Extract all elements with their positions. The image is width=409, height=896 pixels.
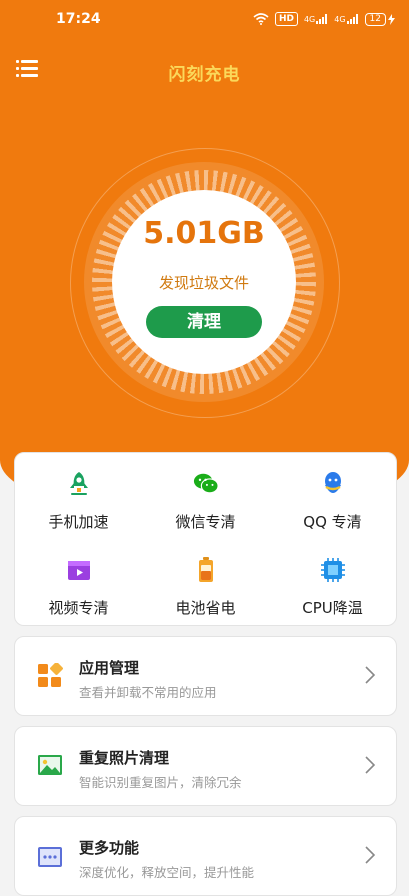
feature-label: 视频专清 (48, 599, 109, 617)
list-title: 应用管理 (79, 659, 140, 677)
wechat-icon (193, 471, 219, 497)
feature-label: 电池省电 (175, 599, 236, 617)
clean-button[interactable]: 清理 (146, 306, 262, 338)
chevron-right-icon (365, 846, 376, 864)
qq-icon (320, 471, 346, 497)
status-bar: 17:24 HD 4G 4G 12 (0, 0, 409, 40)
signal-2-icon: 4G (334, 14, 358, 24)
more-icon (37, 845, 63, 871)
battery-icon (193, 557, 219, 583)
wifi-icon (253, 13, 269, 25)
feature-label: 微信专清 (175, 513, 236, 531)
hd-badge: HD (274, 12, 298, 26)
list-subtitle: 深度优化，释放空间，提升性能 (79, 865, 255, 880)
video-icon (66, 557, 92, 583)
charging-icon (388, 13, 395, 25)
junk-size: 5.01GB (143, 216, 265, 251)
feature-label: QQ 专清 (303, 513, 362, 531)
list-item-more-features[interactable]: 更多功能 深度优化，释放空间，提升性能 (14, 816, 397, 896)
feature-phone-boost[interactable]: 手机加速 (15, 457, 142, 537)
feature-video-clean[interactable]: 视频专清 (15, 543, 142, 623)
feature-grid: 手机加速 微信专清 QQ 专清 视频专清 电池省电 CPU降温 (14, 452, 397, 626)
chevron-right-icon (365, 756, 376, 774)
feature-label: 手机加速 (48, 513, 109, 531)
list-item-app-manage[interactable]: 应用管理 查看并卸载不常用的应用 (14, 636, 397, 716)
list-title: 重复照片清理 (79, 749, 170, 767)
status-icons: HD 4G 4G 12 (253, 12, 395, 26)
status-time: 17:24 (56, 11, 101, 27)
feature-cpu-cool[interactable]: CPU降温 (269, 543, 396, 623)
app-grid-icon (37, 662, 63, 689)
list-subtitle: 智能识别重复图片，清除冗余 (79, 775, 242, 790)
feature-qq-clean[interactable]: QQ 专清 (269, 457, 396, 537)
list-item-duplicate-photos[interactable]: 重复照片清理 智能识别重复图片，清除冗余 (14, 726, 397, 806)
feature-wechat-clean[interactable]: 微信专清 (142, 457, 269, 537)
signal-1-icon: 4G (304, 14, 328, 24)
feature-label: CPU降温 (302, 599, 363, 617)
feature-battery-save[interactable]: 电池省电 (142, 543, 269, 623)
battery-level: 12 (364, 12, 386, 26)
scan-circle: 5.01GB 发现垃圾文件 清理 (112, 190, 296, 374)
battery-status: 12 (364, 12, 395, 26)
rocket-icon (66, 471, 92, 497)
photo-icon (37, 753, 63, 779)
junk-found-label: 发现垃圾文件 (158, 274, 249, 292)
chevron-right-icon (365, 666, 376, 684)
cpu-icon (320, 557, 346, 583)
app-title: 闪刻充电 (168, 65, 241, 85)
list-title: 更多功能 (79, 839, 140, 857)
list-subtitle: 查看并卸载不常用的应用 (79, 685, 217, 700)
